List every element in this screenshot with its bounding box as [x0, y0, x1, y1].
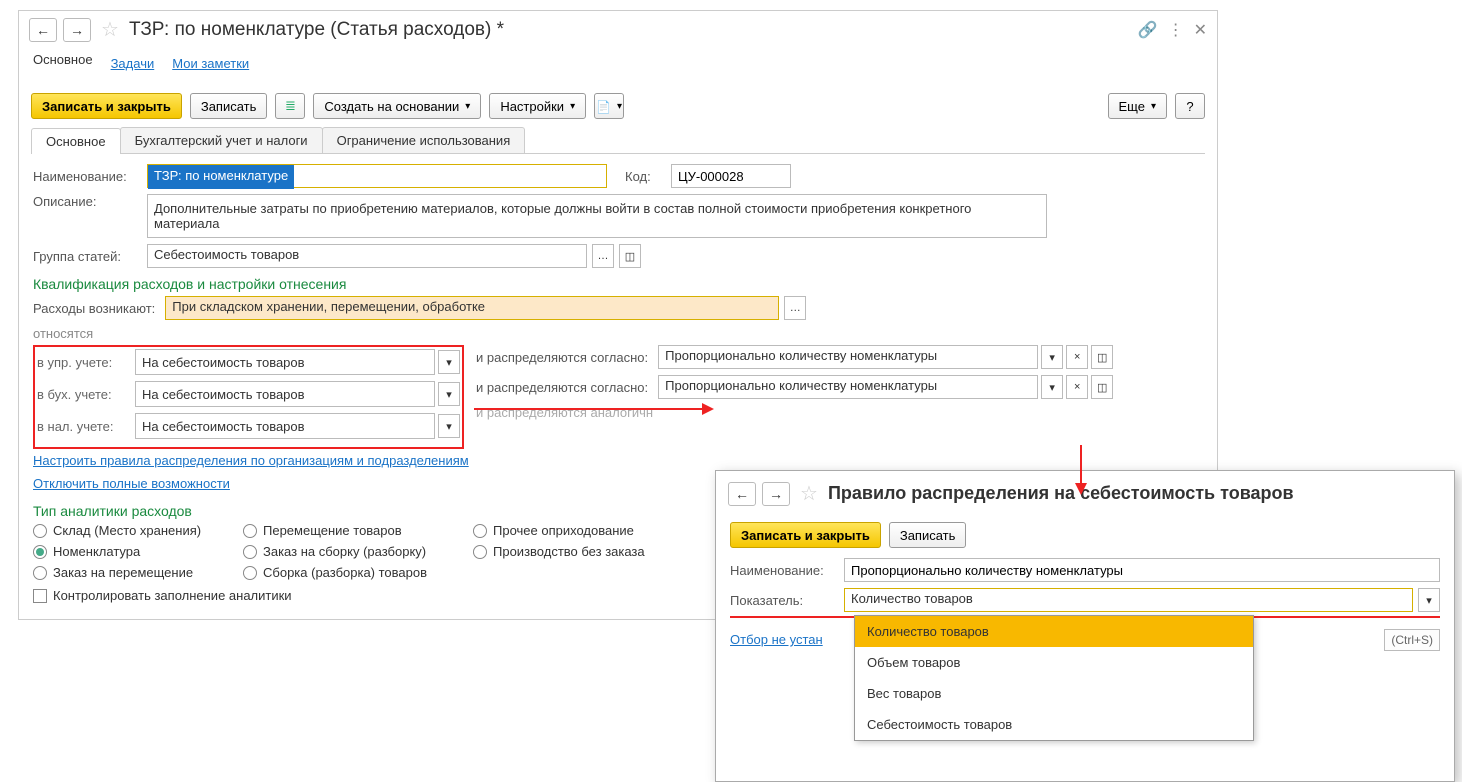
desc-textarea[interactable]: Дополнительные затраты по приобретению м…: [147, 194, 1047, 238]
upr-select[interactable]: На себестоимость товаров: [135, 349, 435, 375]
group-select-button[interactable]: …: [592, 244, 614, 268]
popup-indicator-caret[interactable]: ▾: [1418, 588, 1440, 612]
buh-dist-open[interactable]: ◫: [1091, 375, 1113, 399]
popup-save-button[interactable]: Записать: [889, 522, 967, 548]
annotation-arrow-down: [1080, 445, 1082, 485]
create-based-button[interactable]: Создать на основании▾: [313, 93, 481, 119]
name-input[interactable]: ТЗР: по номенклатуре: [148, 165, 294, 189]
subnav-notes[interactable]: Мои заметки: [172, 56, 249, 71]
titlebar: ← → ☆ ТЗР: по номенклатуре (Статья расхо…: [19, 11, 1217, 48]
radio-assembly[interactable]: Сборка (разборка) товаров: [243, 565, 463, 580]
upr-dist-caret[interactable]: ▾: [1041, 345, 1063, 369]
buh-dist-clear[interactable]: ×: [1066, 375, 1088, 399]
upr-dist-label: и распределяются согласно:: [476, 350, 648, 365]
kebab-menu-icon[interactable]: ⋮: [1168, 20, 1184, 40]
popup-name-label: Наименование:: [730, 563, 838, 578]
code-label: Код:: [625, 169, 665, 184]
radio-nomenclature[interactable]: Номенклатура: [33, 544, 233, 559]
radio-other-receipt[interactable]: Прочее оприходование: [473, 523, 693, 538]
tab-restriction[interactable]: Ограничение использования: [322, 127, 526, 153]
tab-accounting[interactable]: Бухгалтерский учет и налоги: [120, 127, 323, 153]
tab-main[interactable]: Основное: [31, 128, 121, 154]
upr-label: в упр. учете:: [37, 355, 131, 370]
dropdown-opt-qty[interactable]: Количество товаров: [855, 616, 1253, 647]
list-button[interactable]: [275, 93, 305, 119]
radio-move-order[interactable]: Заказ на перемещение: [33, 565, 233, 580]
upr-dist-input[interactable]: Пропорционально количеству номенклатуры: [658, 345, 1038, 369]
radio-assembly-order[interactable]: Заказ на сборку (разборку): [243, 544, 463, 559]
name-input-wrapper[interactable]: ТЗР: по номенклатуре: [147, 164, 607, 188]
name-label: Наименование:: [33, 169, 141, 184]
favorite-icon[interactable]: ☆: [101, 17, 119, 42]
expenses-input[interactable]: При складском хранении, перемещении, обр…: [165, 296, 779, 320]
popup-filter-link[interactable]: Отбор не устан: [730, 632, 823, 647]
popup-title: Правило распределения на себестоимость т…: [828, 483, 1442, 504]
code-input[interactable]: [671, 164, 791, 188]
group-input[interactable]: Себестоимость товаров: [147, 244, 587, 268]
disable-full-link[interactable]: Отключить полные возможности: [33, 476, 230, 491]
dropdown-opt-weight[interactable]: Вес товаров: [855, 678, 1253, 709]
qualification-title: Квалификация расходов и настройки отнесе…: [33, 276, 1203, 292]
expenses-label: Расходы возникают:: [33, 301, 155, 316]
highlighted-distribution-box: в упр. учете: На себестоимость товаров ▾…: [33, 345, 464, 449]
radio-production[interactable]: Производство без заказа: [473, 544, 693, 559]
nal-label: в нал. учете:: [37, 419, 131, 434]
save-close-button[interactable]: Записать и закрыть: [31, 93, 182, 119]
nal-caret[interactable]: ▾: [438, 414, 460, 438]
link-icon[interactable]: 🔗: [1138, 20, 1158, 40]
group-open-button[interactable]: ◫: [619, 244, 641, 268]
subnav-tasks[interactable]: Задачи: [111, 56, 155, 71]
popup-window: ← → ☆ Правило распределения на себестоим…: [715, 470, 1455, 782]
org-rule-link[interactable]: Настроить правила распределения по орган…: [33, 453, 469, 468]
tabs: Основное Бухгалтерский учет и налоги Огр…: [31, 127, 1205, 154]
more-button[interactable]: Еще▾: [1108, 93, 1167, 119]
subnav-main[interactable]: Основное: [33, 52, 93, 75]
buh-dist-caret[interactable]: ▾: [1041, 375, 1063, 399]
close-icon[interactable]: ✕: [1194, 20, 1207, 40]
popup-indicator-input[interactable]: Количество товаров: [844, 588, 1413, 612]
indicator-dropdown: Количество товаров Объем товаров Вес тов…: [854, 615, 1254, 741]
popup-forward-button[interactable]: →: [762, 482, 790, 506]
radio-warehouse[interactable]: Склад (Место хранения): [33, 523, 233, 538]
desc-label: Описание:: [33, 194, 141, 209]
toolbar: Записать и закрыть Записать Создать на о…: [19, 85, 1217, 127]
forward-button[interactable]: →: [63, 18, 91, 42]
attach-button[interactable]: ▾: [594, 93, 624, 119]
settings-dropdown-button[interactable]: Настройки▾: [489, 93, 586, 119]
dropdown-opt-cost[interactable]: Себестоимость товаров: [855, 709, 1253, 740]
popup-name-input[interactable]: [844, 558, 1440, 582]
back-button[interactable]: ←: [29, 18, 57, 42]
popup-back-button[interactable]: ←: [728, 482, 756, 506]
group-label: Группа статей:: [33, 249, 141, 264]
buh-label: в бух. учете:: [37, 387, 131, 402]
popup-indicator-label: Показатель:: [730, 593, 838, 608]
buh-dist-label: и распределяются согласно:: [476, 380, 648, 395]
expenses-select-button[interactable]: …: [784, 296, 806, 320]
upr-dist-open[interactable]: ◫: [1091, 345, 1113, 369]
popup-save-close-button[interactable]: Записать и закрыть: [730, 522, 881, 548]
buh-caret[interactable]: ▾: [438, 382, 460, 406]
dropdown-opt-volume[interactable]: Объем товаров: [855, 647, 1253, 678]
upr-caret[interactable]: ▾: [438, 350, 460, 374]
upr-dist-clear[interactable]: ×: [1066, 345, 1088, 369]
subnav: Основное Задачи Мои заметки: [19, 48, 1217, 85]
save-button[interactable]: Записать: [190, 93, 268, 119]
relates-label: относятся: [33, 326, 1203, 341]
help-button[interactable]: ?: [1175, 93, 1205, 119]
checkbox-icon: [33, 589, 47, 603]
annotation-arrow-right: [474, 408, 704, 410]
popup-hint: (Ctrl+S): [1384, 629, 1440, 651]
window-title: ТЗР: по номенклатуре (Статья расходов) *: [129, 19, 1132, 41]
buh-dist-input[interactable]: Пропорционально количеству номенклатуры: [658, 375, 1038, 399]
attach-icon: [596, 99, 611, 114]
list-icon: [285, 98, 296, 114]
popup-favorite-icon[interactable]: ☆: [800, 481, 818, 506]
radio-move-goods[interactable]: Перемещение товаров: [243, 523, 463, 538]
buh-select[interactable]: На себестоимость товаров: [135, 381, 435, 407]
nal-select[interactable]: На себестоимость товаров: [135, 413, 435, 439]
